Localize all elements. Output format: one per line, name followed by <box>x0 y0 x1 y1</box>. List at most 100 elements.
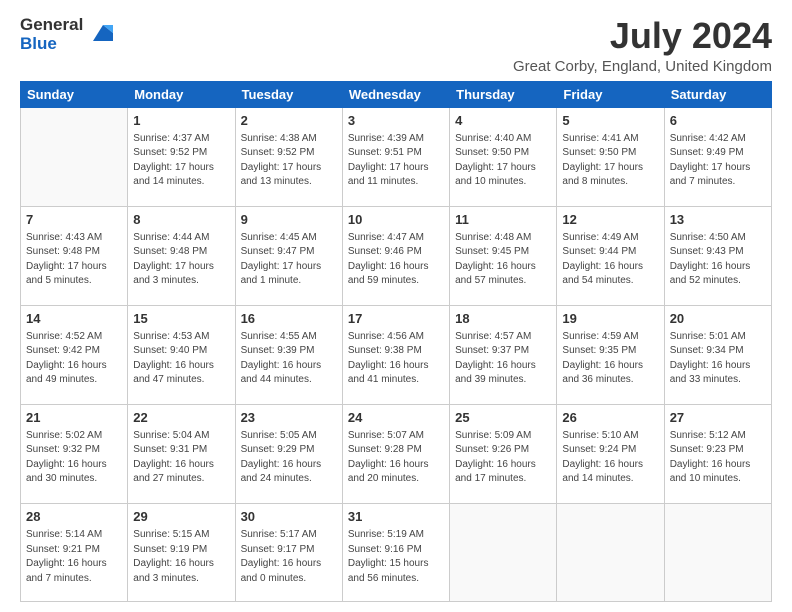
calendar-cell: 13 Sunrise: 4:50 AMSunset: 9:43 PMDayligh… <box>664 206 771 305</box>
cell-day-number: 18 <box>455 310 551 328</box>
calendar-cell: 21Sunrise: 5:02 AMSunset: 9:32 PMDayligh… <box>21 404 128 503</box>
calendar-cell: 5 Sunrise: 4:41 AMSunset: 9:50 PMDaylight… <box>557 107 664 206</box>
cell-day-number: 20 <box>670 310 766 328</box>
cell-day-number: 30 <box>241 508 337 526</box>
cell-info: Sunrise: 5:12 AMSunset: 9:23 PMDaylight:… <box>670 429 766 487</box>
header: General Blue July 2024 Great Corby, Engl… <box>20 16 772 75</box>
calendar-cell <box>450 503 557 601</box>
cell-day-number: 7 <box>26 211 122 229</box>
calendar-cell: 6 Sunrise: 4:42 AMSunset: 9:49 PMDaylight… <box>664 107 771 206</box>
calendar-cell <box>557 503 664 601</box>
logo-icon <box>85 17 117 49</box>
cell-info: Sunrise: 4:48 AMSunset: 9:45 PMDaylight:… <box>455 231 551 289</box>
calendar-cell <box>21 107 128 206</box>
header-friday: Friday <box>557 81 664 107</box>
cell-day-number: 29 <box>133 508 229 526</box>
logo: General Blue <box>20 16 117 53</box>
calendar-table: Sunday Monday Tuesday Wednesday Thursday… <box>20 81 772 602</box>
calendar-cell: 4 Sunrise: 4:40 AMSunset: 9:50 PMDaylight… <box>450 107 557 206</box>
cell-info: Sunrise: 4:59 AMSunset: 9:35 PMDaylight:… <box>562 330 658 388</box>
cell-info: Sunrise: 5:10 AMSunset: 9:24 PMDaylight:… <box>562 429 658 487</box>
cell-day-number: 4 <box>455 112 551 130</box>
calendar-cell: 26 Sunrise: 5:10 AMSunset: 9:24 PMDayligh… <box>557 404 664 503</box>
calendar-cell: 29 Sunrise: 5:15 AMSunset: 9:19 PMDayligh… <box>128 503 235 601</box>
cell-info: Sunrise: 4:40 AMSunset: 9:50 PMDaylight:… <box>455 132 551 190</box>
cell-info: Sunrise: 4:39 AMSunset: 9:51 PMDaylight:… <box>348 132 444 190</box>
header-thursday: Thursday <box>450 81 557 107</box>
cell-info: Sunrise: 4:41 AMSunset: 9:50 PMDaylight:… <box>562 132 658 190</box>
calendar-cell: 25 Sunrise: 5:09 AMSunset: 9:26 PMDayligh… <box>450 404 557 503</box>
cell-day-number: 23 <box>241 409 337 427</box>
calendar-row-1: 7 Sunrise: 4:43 AMSunset: 9:48 PMDaylight… <box>21 206 772 305</box>
header-sunday: Sunday <box>21 81 128 107</box>
cell-day-number: 12 <box>562 211 658 229</box>
cell-info: Sunrise: 5:09 AMSunset: 9:26 PMDaylight:… <box>455 429 551 487</box>
cell-info: Sunrise: 5:07 AMSunset: 9:28 PMDaylight:… <box>348 429 444 487</box>
calendar-cell: 9 Sunrise: 4:45 AMSunset: 9:47 PMDaylight… <box>235 206 342 305</box>
title-block: July 2024 Great Corby, England, United K… <box>513 16 772 75</box>
calendar-cell: 31Sunrise: 5:19 AMSunset: 9:16 PMDayligh… <box>342 503 449 601</box>
calendar-cell <box>664 503 771 601</box>
cell-day-number: 1 <box>133 112 229 130</box>
calendar-cell: 11 Sunrise: 4:48 AMSunset: 9:45 PMDayligh… <box>450 206 557 305</box>
cell-day-number: 5 <box>562 112 658 130</box>
header-monday: Monday <box>128 81 235 107</box>
cell-day-number: 9 <box>241 211 337 229</box>
calendar-cell: 24Sunrise: 5:07 AMSunset: 9:28 PMDayligh… <box>342 404 449 503</box>
calendar-cell: 3 Sunrise: 4:39 AMSunset: 9:51 PMDaylight… <box>342 107 449 206</box>
cell-info: Sunrise: 4:45 AMSunset: 9:47 PMDaylight:… <box>241 231 337 289</box>
cell-info: Sunrise: 4:53 AMSunset: 9:40 PMDaylight:… <box>133 330 229 388</box>
calendar-row-3: 21Sunrise: 5:02 AMSunset: 9:32 PMDayligh… <box>21 404 772 503</box>
cell-info: Sunrise: 5:01 AMSunset: 9:34 PMDaylight:… <box>670 330 766 388</box>
cell-info: Sunrise: 4:37 AMSunset: 9:52 PMDaylight:… <box>133 132 229 190</box>
cell-day-number: 14 <box>26 310 122 328</box>
cell-info: Sunrise: 4:47 AMSunset: 9:46 PMDaylight:… <box>348 231 444 289</box>
cell-info: Sunrise: 5:17 AMSunset: 9:17 PMDaylight:… <box>241 528 337 586</box>
cell-day-number: 26 <box>562 409 658 427</box>
cell-info: Sunrise: 5:14 AMSunset: 9:21 PMDaylight:… <box>26 528 122 586</box>
cell-info: Sunrise: 4:57 AMSunset: 9:37 PMDaylight:… <box>455 330 551 388</box>
cell-day-number: 17 <box>348 310 444 328</box>
calendar-cell: 14 Sunrise: 4:52 AMSunset: 9:42 PMDayligh… <box>21 305 128 404</box>
cell-info: Sunrise: 4:44 AMSunset: 9:48 PMDaylight:… <box>133 231 229 289</box>
cell-day-number: 8 <box>133 211 229 229</box>
cell-day-number: 3 <box>348 112 444 130</box>
cell-day-number: 25 <box>455 409 551 427</box>
cell-day-number: 11 <box>455 211 551 229</box>
cell-info: Sunrise: 5:04 AMSunset: 9:31 PMDaylight:… <box>133 429 229 487</box>
cell-info: Sunrise: 5:15 AMSunset: 9:19 PMDaylight:… <box>133 528 229 586</box>
calendar-cell: 20 Sunrise: 5:01 AMSunset: 9:34 PMDayligh… <box>664 305 771 404</box>
cell-day-number: 2 <box>241 112 337 130</box>
cell-info: Sunrise: 4:56 AMSunset: 9:38 PMDaylight:… <box>348 330 444 388</box>
cell-day-number: 21 <box>26 409 122 427</box>
cell-day-number: 13 <box>670 211 766 229</box>
cell-day-number: 28 <box>26 508 122 526</box>
calendar-row-4: 28 Sunrise: 5:14 AMSunset: 9:21 PMDayligh… <box>21 503 772 601</box>
calendar-cell: 16 Sunrise: 4:55 AMSunset: 9:39 PMDayligh… <box>235 305 342 404</box>
cell-info: Sunrise: 4:43 AMSunset: 9:48 PMDaylight:… <box>26 231 122 289</box>
cell-day-number: 16 <box>241 310 337 328</box>
subtitle: Great Corby, England, United Kingdom <box>513 58 772 75</box>
cell-info: Sunrise: 4:42 AMSunset: 9:49 PMDaylight:… <box>670 132 766 190</box>
logo-blue: Blue <box>20 35 83 54</box>
header-tuesday: Tuesday <box>235 81 342 107</box>
cell-day-number: 6 <box>670 112 766 130</box>
cell-info: Sunrise: 4:50 AMSunset: 9:43 PMDaylight:… <box>670 231 766 289</box>
calendar-cell: 2 Sunrise: 4:38 AMSunset: 9:52 PMDaylight… <box>235 107 342 206</box>
calendar-cell: 10Sunrise: 4:47 AMSunset: 9:46 PMDayligh… <box>342 206 449 305</box>
calendar-cell: 30 Sunrise: 5:17 AMSunset: 9:17 PMDayligh… <box>235 503 342 601</box>
calendar-cell: 18 Sunrise: 4:57 AMSunset: 9:37 PMDayligh… <box>450 305 557 404</box>
cell-info: Sunrise: 4:38 AMSunset: 9:52 PMDaylight:… <box>241 132 337 190</box>
calendar-row-2: 14 Sunrise: 4:52 AMSunset: 9:42 PMDayligh… <box>21 305 772 404</box>
calendar-cell: 15 Sunrise: 4:53 AMSunset: 9:40 PMDayligh… <box>128 305 235 404</box>
calendar-cell: 12Sunrise: 4:49 AMSunset: 9:44 PMDayligh… <box>557 206 664 305</box>
cell-info: Sunrise: 4:55 AMSunset: 9:39 PMDaylight:… <box>241 330 337 388</box>
cell-info: Sunrise: 4:52 AMSunset: 9:42 PMDaylight:… <box>26 330 122 388</box>
calendar-cell: 8 Sunrise: 4:44 AMSunset: 9:48 PMDaylight… <box>128 206 235 305</box>
calendar-cell: 23Sunrise: 5:05 AMSunset: 9:29 PMDayligh… <box>235 404 342 503</box>
header-wednesday: Wednesday <box>342 81 449 107</box>
logo-general: General <box>20 16 83 35</box>
cell-day-number: 15 <box>133 310 229 328</box>
calendar-cell: 27Sunrise: 5:12 AMSunset: 9:23 PMDayligh… <box>664 404 771 503</box>
cell-day-number: 19 <box>562 310 658 328</box>
